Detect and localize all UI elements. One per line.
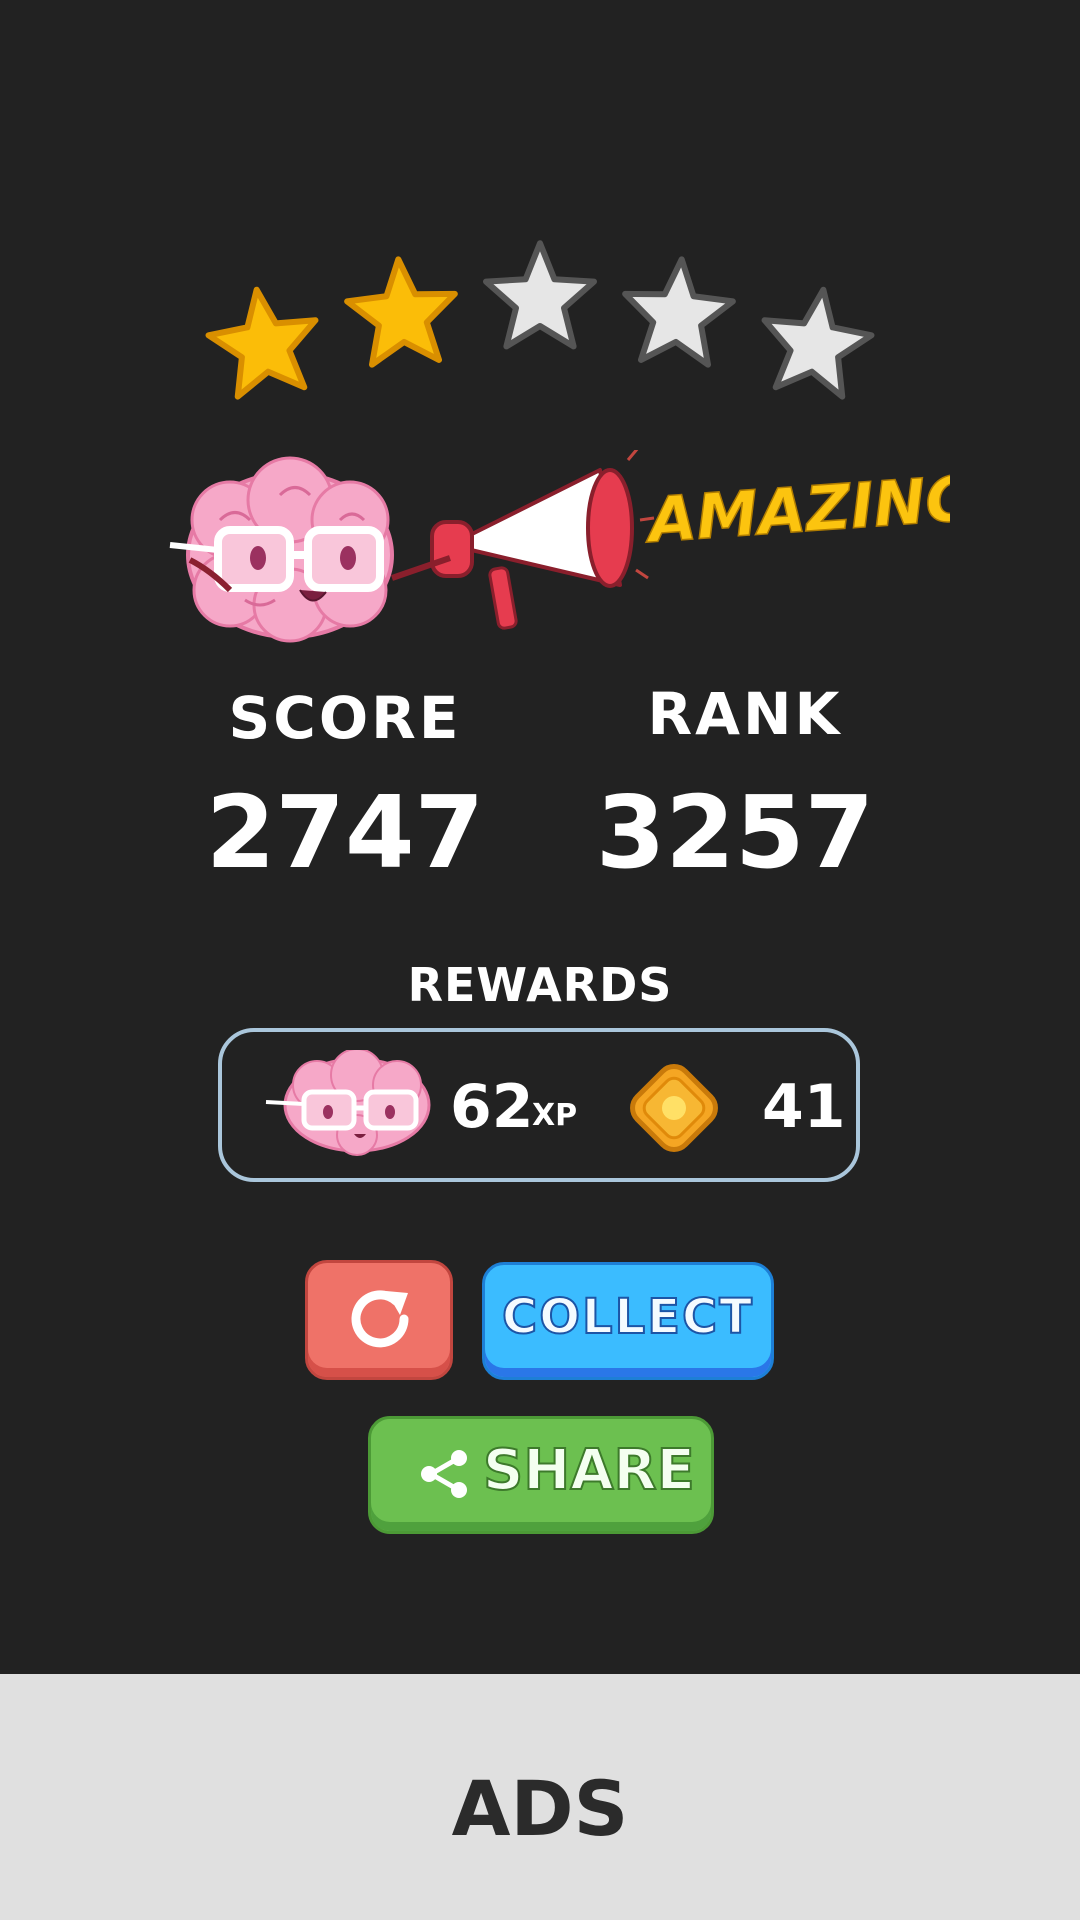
rank-value: 3257 <box>595 774 875 891</box>
replay-icon <box>351 1290 409 1348</box>
results-screen: AMAZING! SCORE 2747 RANK 3257 REWARDS 62… <box>0 0 1080 1920</box>
collect-button[interactable]: COLLECT <box>482 1262 774 1380</box>
score-label: SCORE <box>228 684 462 752</box>
brain-mascot-icon <box>169 456 394 643</box>
ad-banner-label: ADS <box>451 1764 629 1853</box>
amazing-banner-text: AMAZING! <box>641 459 950 557</box>
rank-label: RANK <box>647 680 843 748</box>
rewards-title: REWARDS <box>407 958 673 1012</box>
star-3-empty-icon <box>483 240 597 350</box>
brain-mascot-megaphone-illustration: AMAZING! <box>169 450 950 643</box>
star-5-empty-icon <box>761 286 875 400</box>
coin-icon <box>630 1064 718 1152</box>
coin-reward-value: 41 <box>762 1072 846 1142</box>
score-value: 2747 <box>205 774 485 891</box>
share-icon <box>421 1450 467 1498</box>
xp-brain-icon <box>265 1050 431 1156</box>
megaphone-icon <box>391 468 634 630</box>
xp-unit-label: XP <box>532 1098 578 1133</box>
share-button-label: SHARE <box>482 1437 696 1504</box>
xp-reward-value: 62 <box>450 1072 534 1142</box>
share-button[interactable]: SHARE <box>368 1416 714 1534</box>
star-4-empty-icon <box>622 256 736 368</box>
star-1-filled-icon <box>205 286 319 400</box>
replay-button[interactable] <box>305 1260 453 1380</box>
star-2-filled-icon <box>344 256 458 368</box>
ad-banner[interactable]: ADS <box>0 1674 1080 1920</box>
